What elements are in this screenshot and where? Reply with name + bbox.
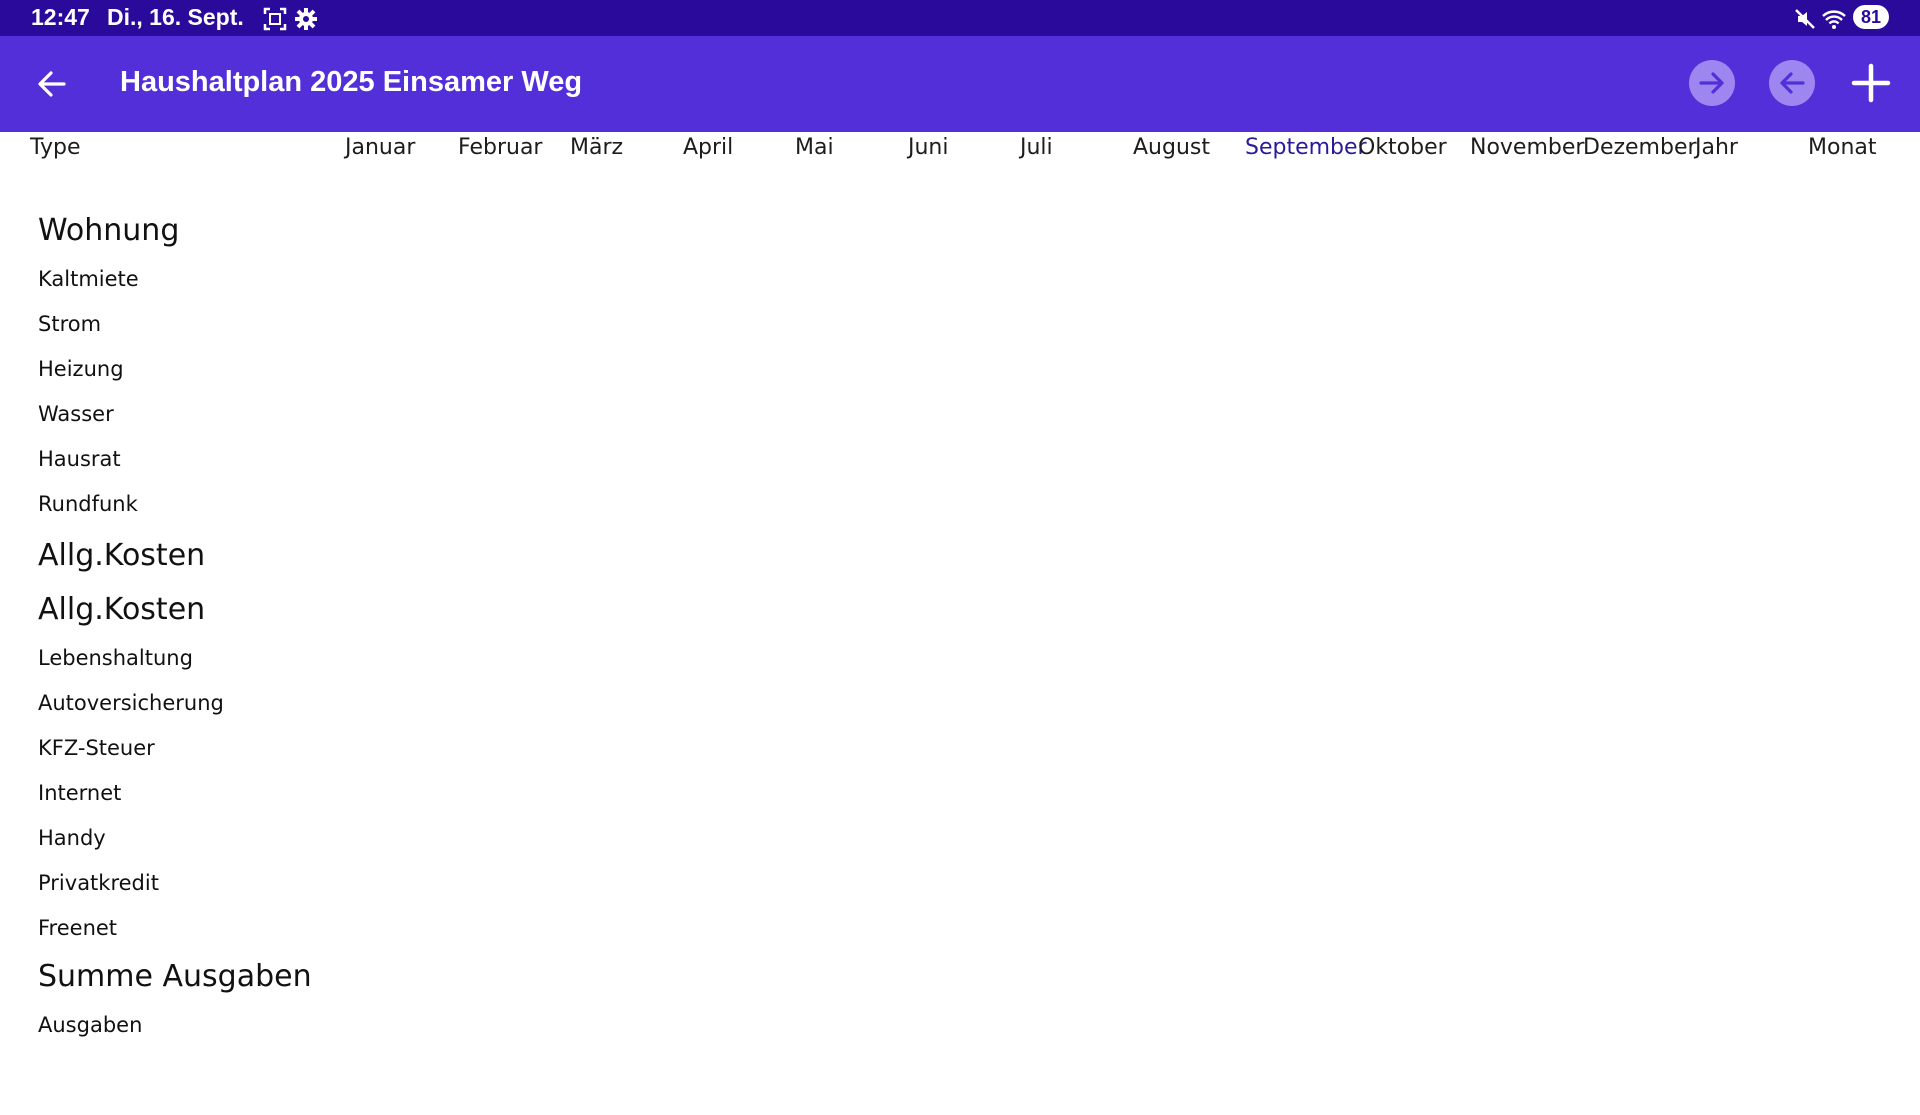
group-title: Wohnung (38, 213, 180, 248)
list-item[interactable]: Lebenshaltung (38, 636, 312, 681)
page-title: Haushaltplan 2025 Einsamer Weg (120, 66, 583, 98)
column-header-month[interactable]: März (570, 135, 623, 160)
status-bar: 12:47 Di., 16. Sept. 81 (0, 0, 1920, 36)
arrow-left-circle-icon (1780, 72, 1805, 94)
column-header-monat[interactable]: Monat (1808, 135, 1877, 160)
app-bar: Haushaltplan 2025 Einsamer Weg (0, 36, 1920, 132)
gear-icon (293, 6, 319, 32)
list-item[interactable]: Wasser (38, 392, 312, 437)
group-title: Allg.Kosten (38, 592, 206, 627)
previous-button[interactable] (1769, 60, 1815, 106)
status-date: Di., 16. Sept. (107, 4, 244, 30)
screenshot-icon (262, 6, 288, 32)
list-item[interactable]: Freenet (38, 906, 312, 951)
arrow-left-icon (38, 71, 66, 97)
column-header-type: Type (30, 135, 81, 160)
plus-icon (1851, 63, 1891, 103)
mute-icon (1792, 6, 1818, 32)
list-item[interactable]: Heizung (38, 347, 312, 392)
column-header-month[interactable]: Februar (458, 135, 542, 160)
list-item[interactable]: Hausrat (38, 437, 312, 482)
list-item[interactable]: Privatkredit (38, 861, 312, 906)
column-header-month[interactable]: August (1133, 135, 1210, 160)
list-item[interactable]: Ausgaben (38, 1003, 312, 1045)
column-header-year[interactable]: Jahr (1695, 135, 1738, 160)
column-header-month[interactable]: April (683, 135, 733, 160)
list-item[interactable]: Strom (38, 302, 312, 347)
next-button[interactable] (1689, 60, 1735, 106)
wifi-icon (1821, 6, 1847, 32)
budget-table: Wohnung Kaltmiete Strom Heizung Wasser H… (0, 160, 1920, 1045)
column-header-month[interactable]: Juni (908, 135, 949, 160)
back-button[interactable] (32, 64, 72, 104)
status-time: 12:47 (31, 4, 90, 30)
column-header-month[interactable]: Oktober (1358, 135, 1447, 160)
list-item[interactable]: Rundfunk (38, 482, 312, 527)
column-header-current-month[interactable]: September (1245, 135, 1367, 160)
list-item[interactable]: Handy (38, 816, 312, 861)
column-header-month[interactable]: Juli (1020, 135, 1053, 160)
budget-rows: Wohnung Kaltmiete Strom Heizung Wasser H… (38, 205, 312, 1045)
list-item[interactable]: KFZ-Steuer (38, 726, 312, 771)
column-header-month[interactable]: Dezember (1583, 135, 1697, 160)
list-item[interactable]: Internet (38, 771, 312, 816)
column-header-month[interactable]: Mai (795, 135, 834, 160)
group-title: Summe Ausgaben (38, 959, 312, 994)
group-title: Allg.Kosten (38, 538, 206, 573)
arrow-right-circle-icon (1699, 72, 1724, 94)
add-button[interactable] (1850, 62, 1892, 104)
battery-badge: 81 (1853, 5, 1889, 29)
column-header-month[interactable]: November (1470, 135, 1584, 160)
list-item[interactable]: Kaltmiete (38, 257, 312, 302)
column-header-month[interactable]: Januar (345, 135, 415, 160)
list-item[interactable]: Autoversicherung (38, 681, 312, 726)
